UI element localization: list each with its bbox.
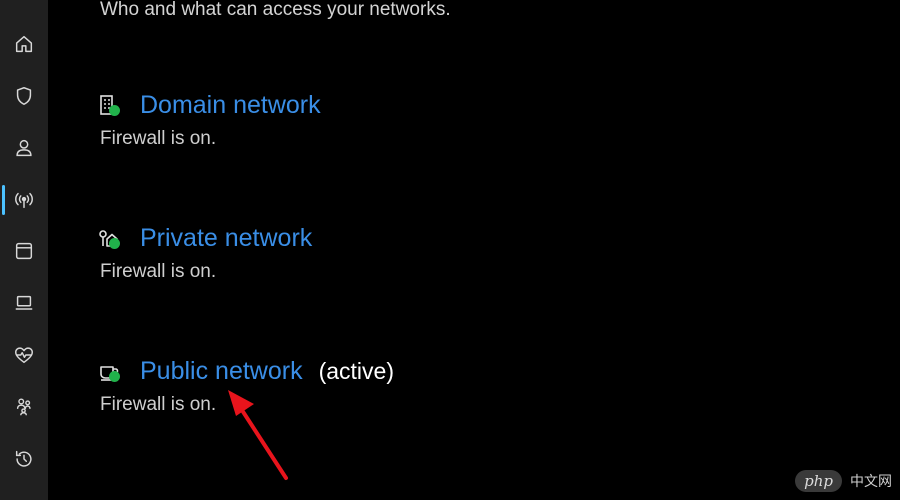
private-home-icon: [98, 226, 124, 250]
app-window-icon: [15, 242, 33, 260]
sidebar-nav: [0, 0, 48, 500]
watermark-badge: php: [795, 470, 842, 492]
domain-network-status: Firewall is on.: [100, 128, 217, 149]
windows-security-window: Who and what can access your networks. D…: [0, 0, 900, 500]
private-network-status: Firewall is on.: [100, 261, 217, 282]
domain-network-link[interactable]: Domain network: [140, 91, 321, 120]
annotation-arrow-icon: [228, 390, 288, 480]
watermark: php 中文网: [795, 470, 892, 492]
sidebar-item-protection-history[interactable]: [0, 441, 48, 477]
shield-icon: [16, 87, 32, 105]
person-icon: [16, 139, 32, 157]
page-subtitle: Who and what can access your networks.: [100, 0, 451, 20]
active-label: (active): [318, 357, 394, 384]
family-icon: [16, 398, 31, 416]
sidebar-item-firewall-network[interactable]: [0, 182, 48, 218]
sidebar-item-family-options[interactable]: [0, 389, 48, 425]
sidebar-item-app-browser-control[interactable]: [0, 233, 48, 269]
sidebar-item-home[interactable]: [0, 26, 48, 62]
private-network-section: Private network Firewall is on.: [98, 221, 312, 283]
public-network-link[interactable]: Public network: [140, 357, 303, 386]
sidebar-item-device-security[interactable]: [0, 285, 48, 321]
domain-network-section: Domain network Firewall is on.: [98, 88, 321, 150]
sidebar-item-device-performance[interactable]: [0, 337, 48, 373]
domain-building-icon: [98, 93, 124, 117]
laptop-icon: [15, 295, 33, 310]
sidebar-item-virus-protection[interactable]: [0, 78, 48, 114]
private-network-link[interactable]: Private network: [140, 224, 312, 253]
watermark-text: 中文网: [850, 473, 892, 489]
heart-pulse-icon: [15, 347, 33, 364]
home-icon: [15, 35, 33, 53]
sidebar-item-account-protection[interactable]: [0, 130, 48, 166]
history-icon: [15, 450, 32, 467]
public-coffee-icon: [98, 359, 124, 383]
main-content: Who and what can access your networks. D…: [48, 0, 900, 500]
network-antenna-icon: [15, 192, 33, 209]
